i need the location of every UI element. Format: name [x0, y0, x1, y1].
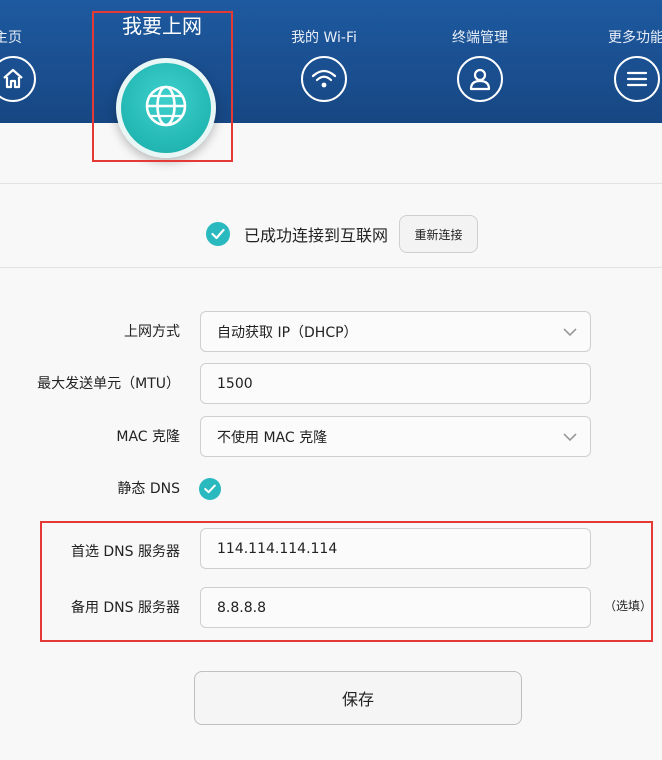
- optional-note: （选填）: [604, 599, 653, 613]
- secondary-dns-input[interactable]: 8.8.8.8: [200, 587, 591, 628]
- nav-more-label: 更多功能: [608, 30, 662, 46]
- reconnect-button[interactable]: 重新连接: [399, 215, 479, 253]
- globe-icon: [141, 81, 191, 135]
- mac-clone-select[interactable]: 不使用 MAC 克隆: [200, 416, 591, 457]
- menu-icon: [614, 56, 660, 102]
- divider: [0, 267, 662, 268]
- nav-internet-label: 我要上网: [122, 14, 202, 38]
- connection-status: 已成功连接到互联网 重新连接: [206, 214, 479, 254]
- chevron-down-icon: [562, 429, 578, 449]
- nav-home-label: 主页: [0, 30, 22, 46]
- nav-terminal-label: 终端管理: [452, 30, 508, 46]
- primary-dns-label: 首选 DNS 服务器: [70, 544, 180, 560]
- connection-type-label: 上网方式: [124, 324, 180, 340]
- primary-dns-value: 114.114.114.114: [217, 540, 338, 557]
- nav-wifi-label: 我的 Wi-Fi: [291, 30, 357, 46]
- divider: [0, 183, 662, 184]
- mac-clone-value: 不使用 MAC 克隆: [217, 429, 328, 446]
- mtu-label: 最大发送单元（MTU）: [37, 376, 180, 392]
- secondary-dns-value: 8.8.8.8: [217, 599, 266, 616]
- connection-type-value: 自动获取 IP（DHCP）: [217, 324, 358, 341]
- connection-status-text: 已成功连接到互联网: [244, 226, 389, 245]
- static-dns-label: 静态 DNS: [117, 481, 180, 497]
- mtu-value: 1500: [217, 375, 253, 392]
- check-icon: [206, 222, 230, 246]
- user-icon: [457, 56, 503, 102]
- home-icon: [0, 56, 36, 102]
- mtu-input[interactable]: 1500: [200, 363, 591, 404]
- save-button[interactable]: 保存: [194, 671, 522, 725]
- chevron-down-icon: [562, 324, 578, 344]
- check-icon: [204, 484, 216, 494]
- primary-dns-input[interactable]: 114.114.114.114: [200, 528, 591, 569]
- secondary-dns-label: 备用 DNS 服务器: [70, 600, 180, 616]
- nav-internet[interactable]: [116, 58, 216, 158]
- wifi-icon: [301, 56, 347, 102]
- mac-clone-label: MAC 克隆: [116, 429, 180, 445]
- static-dns-checkbox[interactable]: [199, 478, 221, 500]
- connection-type-select[interactable]: 自动获取 IP（DHCP）: [200, 311, 591, 352]
